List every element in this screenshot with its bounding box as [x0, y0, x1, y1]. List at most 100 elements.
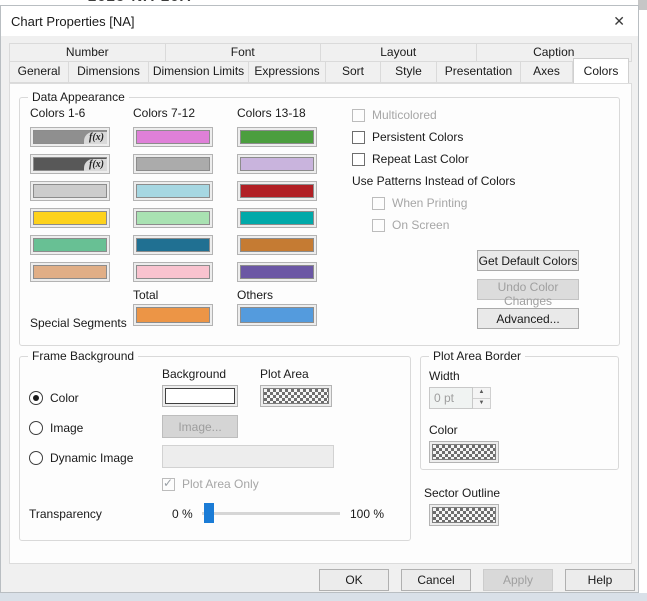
- swatch-fill: f(x): [33, 157, 107, 171]
- width-spinner[interactable]: 0 pt ▲ ▼: [429, 387, 491, 409]
- swatch-fill: [240, 238, 314, 252]
- color-swatch-4[interactable]: [30, 208, 110, 228]
- radio-label: Color: [50, 391, 79, 405]
- color-swatch-1[interactable]: f(x): [30, 127, 110, 147]
- spinner-down-icon[interactable]: ▼: [473, 398, 491, 409]
- tab-number[interactable]: Number: [9, 43, 166, 62]
- swatch-fill: [240, 307, 314, 323]
- dynamic-image-field[interactable]: [162, 445, 334, 468]
- color-swatch-12[interactable]: [133, 262, 213, 282]
- on-screen-checkbox[interactable]: On Screen: [372, 214, 515, 236]
- tab-font[interactable]: Font: [165, 43, 321, 62]
- spinner-buttons: ▲ ▼: [473, 387, 491, 409]
- color-swatch-11[interactable]: [133, 235, 213, 255]
- plot-area-color-swatch[interactable]: [260, 385, 332, 407]
- color-swatch-2[interactable]: f(x): [30, 154, 110, 174]
- tab-dimension-limits[interactable]: Dimension Limits: [149, 62, 249, 83]
- transparency-slider[interactable]: [202, 503, 340, 523]
- background-color-swatch[interactable]: [162, 385, 238, 407]
- advanced-button[interactable]: Advanced...: [477, 308, 579, 329]
- group-title: Data Appearance: [28, 90, 129, 104]
- appearance-options: Multicolored Persistent Colors Repeat La…: [352, 104, 515, 236]
- background-bottom-strip: [0, 593, 647, 601]
- persistent-colors-checkbox[interactable]: Persistent Colors: [352, 126, 515, 148]
- swatch-column-13-18: Colors 13-18: [237, 106, 317, 289]
- help-button[interactable]: Help: [565, 569, 635, 591]
- dialog-title: Chart Properties [NA]: [11, 14, 135, 29]
- swatch-fill: f(x): [33, 130, 107, 144]
- color-swatch-5[interactable]: [30, 235, 110, 255]
- image-radio[interactable]: Image: [29, 420, 83, 436]
- cancel-button[interactable]: Cancel: [401, 569, 471, 591]
- checkbox-label: Multicolored: [372, 108, 437, 122]
- border-color-swatch[interactable]: [429, 441, 499, 463]
- total-color-swatch[interactable]: [133, 304, 213, 326]
- total-label: Total: [133, 288, 159, 302]
- color-radio[interactable]: Color: [29, 390, 79, 406]
- column-header: Colors 1-6: [30, 106, 86, 120]
- tab-layout[interactable]: Layout: [321, 43, 477, 62]
- spinner-up-icon[interactable]: ▲: [473, 387, 491, 399]
- slider-track[interactable]: [202, 512, 340, 515]
- color-swatch-13[interactable]: [237, 127, 317, 147]
- color-swatch-10[interactable]: [133, 208, 213, 228]
- tab-axes[interactable]: Axes: [521, 62, 573, 83]
- transparency-min-label: 0 %: [172, 507, 193, 521]
- color-swatch-16[interactable]: [237, 208, 317, 228]
- checkbox-label: When Printing: [392, 196, 468, 210]
- color-swatch-15[interactable]: [237, 181, 317, 201]
- hatch-pattern-fill: [432, 507, 496, 523]
- tab-dimensions[interactable]: Dimensions: [69, 62, 149, 83]
- tab-general[interactable]: General: [9, 62, 69, 83]
- radio-circle: [29, 451, 43, 465]
- get-default-colors-button[interactable]: Get Default Colors: [477, 250, 579, 271]
- others-color-swatch[interactable]: [237, 304, 317, 326]
- tab-presentation[interactable]: Presentation: [437, 62, 521, 83]
- apply-button[interactable]: Apply: [483, 569, 553, 591]
- ok-button[interactable]: OK: [319, 569, 389, 591]
- dynamic-image-radio[interactable]: Dynamic Image: [29, 450, 133, 466]
- width-value[interactable]: 0 pt: [429, 387, 473, 409]
- dialog-titlebar[interactable]: Chart Properties [NA] ✕: [1, 6, 638, 36]
- color-swatch-8[interactable]: [133, 154, 213, 174]
- slider-thumb[interactable]: [204, 503, 214, 523]
- tab-colors[interactable]: Colors: [573, 58, 629, 83]
- undo-color-changes-button[interactable]: Undo Color Changes: [477, 279, 579, 308]
- sector-outline-swatch[interactable]: [429, 504, 499, 526]
- color-swatch-3[interactable]: [30, 181, 110, 201]
- swatch-fill: [33, 238, 107, 252]
- tab-style[interactable]: Style: [381, 62, 437, 83]
- when-printing-checkbox[interactable]: When Printing: [372, 192, 515, 214]
- radio-label: Image: [50, 421, 84, 435]
- sector-outline-label: Sector Outline: [424, 486, 501, 500]
- color-swatch-7[interactable]: [133, 127, 213, 147]
- tab-control: Number Font Layout Caption General Dimen…: [9, 43, 632, 83]
- color-swatch-18[interactable]: [237, 262, 317, 282]
- frame-background-group: Frame Background Background Plot Area Co…: [19, 349, 411, 541]
- checkbox-box: [352, 152, 365, 166]
- tab-sort[interactable]: Sort: [326, 62, 381, 83]
- checkbox-box: [352, 108, 365, 122]
- repeat-last-color-checkbox[interactable]: Repeat Last Color: [352, 148, 515, 170]
- plot-area-only-checkbox[interactable]: ✓ Plot Area Only: [162, 473, 259, 495]
- tab-expressions[interactable]: Expressions: [249, 62, 326, 83]
- checkbox-label: Plot Area Only: [182, 477, 259, 491]
- column-header: Colors 13-18: [237, 106, 306, 120]
- color-swatch-6[interactable]: [30, 262, 110, 282]
- checkbox-box: [352, 130, 365, 144]
- image-button[interactable]: Image...: [162, 415, 238, 438]
- color-swatch-9[interactable]: [133, 181, 213, 201]
- swatch-fill: [136, 157, 210, 171]
- group-title: Plot Area Border: [429, 349, 526, 363]
- plot-area-border-group: Plot Area Border Width 0 pt ▲ ▼ Color: [420, 349, 619, 470]
- use-patterns-heading: Use Patterns Instead of Colors: [352, 174, 516, 188]
- fx-badge-icon: f(x): [84, 159, 107, 171]
- close-icon[interactable]: ✕: [613, 13, 625, 30]
- transparency-label: Transparency: [29, 507, 102, 521]
- color-swatch-14[interactable]: [237, 154, 317, 174]
- data-appearance-group: Data Appearance Colors 1-6 f(x) f(x) Col…: [19, 90, 620, 346]
- multicolored-checkbox[interactable]: Multicolored: [352, 104, 515, 126]
- swatch-column-1-6: Colors 1-6 f(x) f(x): [30, 106, 110, 289]
- hatch-pattern-fill: [432, 444, 496, 460]
- color-swatch-17[interactable]: [237, 235, 317, 255]
